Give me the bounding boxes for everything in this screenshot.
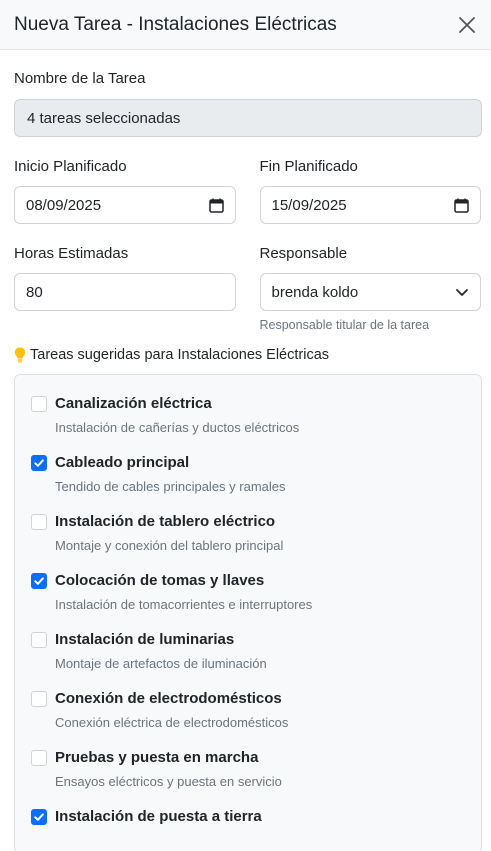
suggested-task-row: Cableado principal bbox=[31, 454, 481, 471]
hours-input[interactable]: 80 bbox=[14, 273, 236, 311]
calendar-icon[interactable] bbox=[208, 198, 224, 213]
checkmark-icon bbox=[34, 458, 44, 467]
checkmark-icon bbox=[34, 576, 44, 585]
suggested-task-item: Pruebas y puesta en marcha Ensayos eléctr… bbox=[31, 749, 481, 808]
modal-title: Nueva Tarea - Instalaciones Eléctricas bbox=[14, 13, 337, 35]
suggested-tasks-list: Canalización eléctrica Instalación de cañ… bbox=[14, 374, 482, 851]
task-name-label: Nombre de la Tarea bbox=[14, 70, 146, 87]
task-title[interactable]: Colocación de tomas y llaves bbox=[55, 572, 264, 589]
start-date-value: 08/09/2025 bbox=[26, 196, 102, 214]
suggested-task-row: Instalación de puesta a tierra bbox=[31, 808, 481, 825]
end-date-value: 15/09/2025 bbox=[271, 196, 347, 214]
task-checkbox[interactable] bbox=[31, 454, 47, 471]
task-title[interactable]: Instalación de tablero eléctrico bbox=[55, 513, 275, 530]
suggested-task-item: Instalación de tablero eléctrico Montaje … bbox=[31, 513, 481, 572]
suggested-task-row: Pruebas y puesta en marcha bbox=[31, 749, 481, 766]
task-title[interactable]: Cableado principal bbox=[55, 454, 189, 471]
task-title[interactable]: Canalización eléctrica bbox=[55, 395, 212, 412]
task-checkbox[interactable] bbox=[31, 572, 47, 589]
task-title[interactable]: Instalación de puesta a tierra bbox=[55, 808, 262, 825]
task-description: Ensayos eléctricos y puesta en servicio bbox=[55, 774, 282, 789]
task-title[interactable]: Conexión de electrodomésticos bbox=[55, 690, 282, 707]
task-checkbox[interactable] bbox=[31, 690, 47, 707]
new-task-modal: Nueva Tarea - Instalaciones Eléctricas N… bbox=[0, 0, 491, 851]
task-description: Conexión eléctrica de electrodomésticos bbox=[55, 715, 289, 730]
suggested-tasks-title: Tareas sugeridas para Instalaciones Eléc… bbox=[30, 347, 330, 363]
chevron-down-icon bbox=[456, 289, 468, 296]
suggested-task-item: Conexión de electrodomésticos Conexión el… bbox=[31, 690, 481, 749]
task-checkbox[interactable] bbox=[31, 749, 47, 766]
suggested-task-item: Cableado principal Tendido de cables prin… bbox=[31, 454, 481, 513]
task-checkbox[interactable] bbox=[31, 808, 47, 825]
start-date-label: Inicio Planificado bbox=[14, 158, 127, 175]
responsible-value: brenda koldo bbox=[271, 283, 359, 301]
calendar-icon[interactable] bbox=[454, 198, 469, 213]
suggested-task-row: Conexión de electrodomésticos bbox=[31, 690, 481, 707]
suggested-tasks-heading: Tareas sugeridas para Instalaciones Eléc… bbox=[14, 347, 481, 363]
task-checkbox[interactable] bbox=[31, 631, 47, 648]
end-date-input[interactable]: 15/09/2025 bbox=[259, 186, 481, 224]
start-date-input[interactable]: 08/09/2025 bbox=[14, 186, 236, 224]
suggested-task-row: Colocación de tomas y llaves bbox=[31, 572, 481, 589]
task-description: Montaje y conexión del tablero principal bbox=[55, 538, 284, 553]
lightbulb-icon bbox=[14, 347, 26, 363]
suggested-task-row: Canalización eléctrica bbox=[31, 395, 481, 412]
suggested-task-item: Canalización eléctrica Instalación de cañ… bbox=[31, 395, 481, 454]
suggested-task-item: Colocación de tomas y llaves Instalación … bbox=[31, 572, 481, 631]
checkmark-icon bbox=[34, 812, 44, 821]
hours-value: 80 bbox=[26, 283, 43, 301]
suggested-task-item: Instalación de luminarias Montaje de arte… bbox=[31, 631, 481, 690]
end-date-label: Fin Planificado bbox=[259, 158, 358, 175]
suggested-task-row: Instalación de tablero eléctrico bbox=[31, 513, 481, 530]
close-icon bbox=[459, 16, 475, 33]
task-checkbox[interactable] bbox=[31, 395, 47, 412]
task-description: Instalación de tomacorrientes e interrup… bbox=[55, 597, 313, 612]
task-title[interactable]: Pruebas y puesta en marcha bbox=[55, 749, 258, 766]
suggested-task-row: Instalación de luminarias bbox=[31, 631, 481, 648]
task-checkbox[interactable] bbox=[31, 513, 47, 530]
responsible-select[interactable]: brenda koldo bbox=[259, 273, 481, 311]
task-description: Montaje de artefactos de iluminación bbox=[55, 656, 267, 671]
task-name-field: 4 tareas seleccionadas bbox=[14, 99, 482, 137]
task-description: Instalación de cañerías y ductos eléctri… bbox=[55, 420, 300, 435]
task-description: Tendido de cables principales y ramales bbox=[55, 479, 286, 494]
suggested-task-item: Instalación de puesta a tierra bbox=[31, 808, 481, 851]
close-button[interactable] bbox=[455, 13, 479, 37]
responsible-help: Responsable titular de la tarea bbox=[259, 318, 430, 332]
task-title[interactable]: Instalación de luminarias bbox=[55, 631, 234, 648]
hours-label: Horas Estimadas bbox=[14, 245, 129, 262]
responsible-label: Responsable bbox=[259, 245, 348, 262]
modal-header: Nueva Tarea - Instalaciones Eléctricas bbox=[0, 0, 491, 50]
